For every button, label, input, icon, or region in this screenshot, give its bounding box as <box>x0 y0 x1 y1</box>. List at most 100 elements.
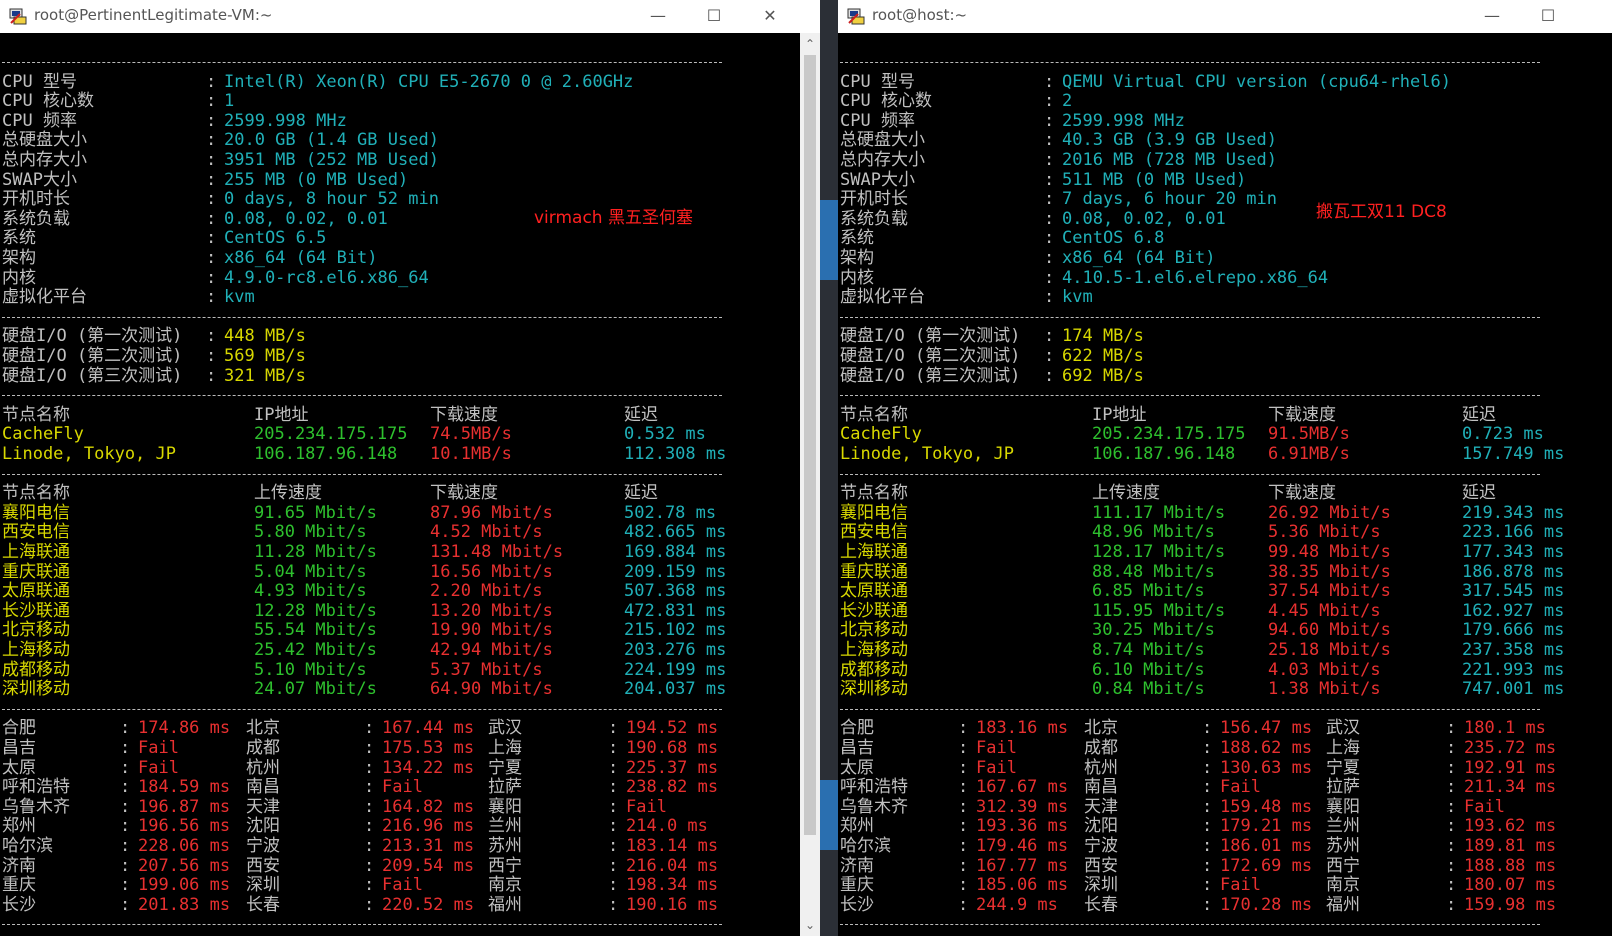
io-label: 硬盘I/O (第一次测试) <box>840 326 1021 346</box>
colon: : <box>1202 718 1213 738</box>
colon: : <box>206 170 217 190</box>
colon: : <box>1044 366 1055 386</box>
latency: 472.831 ms <box>624 601 727 621</box>
ping-latency: Fail <box>138 758 179 778</box>
colon: : <box>206 189 217 209</box>
colon: : <box>608 758 619 778</box>
separator-line <box>2 709 722 710</box>
io-label: 硬盘I/O (第三次测试) <box>840 366 1021 386</box>
column-header: 下载速度 <box>430 405 498 425</box>
colon: : <box>206 91 217 111</box>
sysinfo-value: 511 MB (0 MB Used) <box>1062 170 1247 190</box>
ping-city: 哈尔滨 <box>840 836 891 856</box>
node-name: CacheFly <box>840 424 922 444</box>
ping-latency: 175.53 ms <box>382 738 475 758</box>
sysinfo-value: kvm <box>1062 287 1093 307</box>
download-speed: 64.90 Mbit/s <box>430 679 553 699</box>
sysinfo-label: 总内存大小 <box>2 150 87 170</box>
title-bar[interactable]: root@PertinentLegitimate-VM:~ — ☐ ✕ <box>0 0 800 32</box>
colon: : <box>1202 777 1213 797</box>
download-speed: 99.48 Mbit/s <box>1268 542 1391 562</box>
ping-latency: 238.82 ms <box>626 777 719 797</box>
upload-speed: 4.93 Mbit/s <box>254 581 367 601</box>
scrollbar[interactable]: ⌃ ⌄ <box>800 33 820 936</box>
speedtest-node: 深圳移动 <box>2 679 70 699</box>
putty-icon <box>847 8 865 25</box>
ping-city: 太原 <box>840 758 874 778</box>
colon: : <box>1044 130 1055 150</box>
sysinfo-value: x86_64 (64 Bit) <box>224 248 378 268</box>
speedtest-node: 成都移动 <box>840 660 908 680</box>
terminal-window-right[interactable]: root@host:~ — ☐ CPU 型号: QEMU Virtual CPU … <box>838 0 1612 936</box>
scroll-down-icon[interactable]: ⌄ <box>800 916 820 934</box>
latency: 502.78 ms <box>624 503 717 523</box>
io-value: 622 MB/s <box>1062 346 1144 366</box>
ping-city: 襄阳 <box>1326 797 1360 817</box>
download-speed: 131.48 Mbit/s <box>430 542 564 562</box>
ping-city: 重庆 <box>2 875 36 895</box>
colon: : <box>120 875 131 895</box>
ping-city: 成都 <box>1084 738 1118 758</box>
colon: : <box>1202 758 1213 778</box>
colon: : <box>958 718 969 738</box>
maximize-button[interactable]: ☐ <box>1534 4 1562 28</box>
colon: : <box>1044 346 1055 366</box>
ping-city: 南昌 <box>1084 777 1118 797</box>
sysinfo-label: 系统负载 <box>2 209 70 229</box>
colon: : <box>206 366 217 386</box>
speedtest-node: 上海移动 <box>2 640 70 660</box>
minimize-button[interactable]: — <box>1478 4 1506 28</box>
colon: : <box>958 895 969 915</box>
ping-city: 郑州 <box>840 816 874 836</box>
ping-latency: 198.34 ms <box>626 875 719 895</box>
download-speed: 4.52 Mbit/s <box>430 522 543 542</box>
ping-city: 拉萨 <box>1326 777 1360 797</box>
colon: : <box>1446 758 1457 778</box>
ping-city: 济南 <box>2 856 36 876</box>
download-speed: 16.56 Mbit/s <box>430 562 553 582</box>
ping-latency: 312.39 ms <box>976 797 1069 817</box>
download-speed: 26.92 Mbit/s <box>1268 503 1391 523</box>
sysinfo-value: CentOS 6.5 <box>224 228 327 248</box>
speedtest-node: 重庆联通 <box>840 562 908 582</box>
close-button[interactable]: ✕ <box>756 4 784 28</box>
ping-latency: Fail <box>976 758 1017 778</box>
sysinfo-label: 系统负载 <box>840 209 908 229</box>
sysinfo-label: 虚拟化平台 <box>840 287 925 307</box>
colon: : <box>1202 797 1213 817</box>
maximize-button[interactable]: ☐ <box>700 4 728 28</box>
terminal-window-left[interactable]: root@PertinentLegitimate-VM:~ — ☐ ✕ CPU … <box>0 0 800 936</box>
speedtest-node: 西安电信 <box>2 522 70 542</box>
download-speed: 87.96 Mbit/s <box>430 503 553 523</box>
upload-speed: 6.85 Mbit/s <box>1092 581 1205 601</box>
io-label: 硬盘I/O (第二次测试) <box>840 346 1021 366</box>
speedtest-node: 上海联通 <box>2 542 70 562</box>
minimize-button[interactable]: — <box>644 4 672 28</box>
io-label: 硬盘I/O (第三次测试) <box>2 366 183 386</box>
upload-speed: 5.04 Mbit/s <box>254 562 367 582</box>
speedtest-node: 太原联通 <box>840 581 908 601</box>
ping-latency: 170.28 ms <box>1220 895 1313 915</box>
terminal-output[interactable]: CPU 型号: Intel(R) Xeon(R) CPU E5-2670 0 @ … <box>0 33 800 936</box>
ping-city: 杭州 <box>1084 758 1118 778</box>
colon: : <box>1446 875 1457 895</box>
latency: 169.884 ms <box>624 542 727 562</box>
colon: : <box>206 111 217 131</box>
title-bar[interactable]: root@host:~ — ☐ <box>838 0 1612 32</box>
ping-latency: 156.47 ms <box>1220 718 1313 738</box>
colon: : <box>364 718 375 738</box>
colon: : <box>120 816 131 836</box>
ping-latency: 190.16 ms <box>626 895 719 915</box>
colon: : <box>1044 189 1055 209</box>
terminal-output[interactable]: CPU 型号: QEMU Virtual CPU version (cpu64-r… <box>838 33 1612 936</box>
ping-city: 天津 <box>1084 797 1118 817</box>
ping-latency: 167.44 ms <box>382 718 475 738</box>
scroll-thumb[interactable] <box>804 55 816 835</box>
ping-city: 上海 <box>488 738 522 758</box>
ping-city: 乌鲁木齐 <box>2 797 70 817</box>
scroll-up-icon[interactable]: ⌃ <box>800 35 820 53</box>
ping-latency: 174.86 ms <box>138 718 231 738</box>
speedtest-node: 重庆联通 <box>2 562 70 582</box>
ping-latency: 244.9 ms <box>976 895 1058 915</box>
ping-city: 呼和浩特 <box>2 777 70 797</box>
